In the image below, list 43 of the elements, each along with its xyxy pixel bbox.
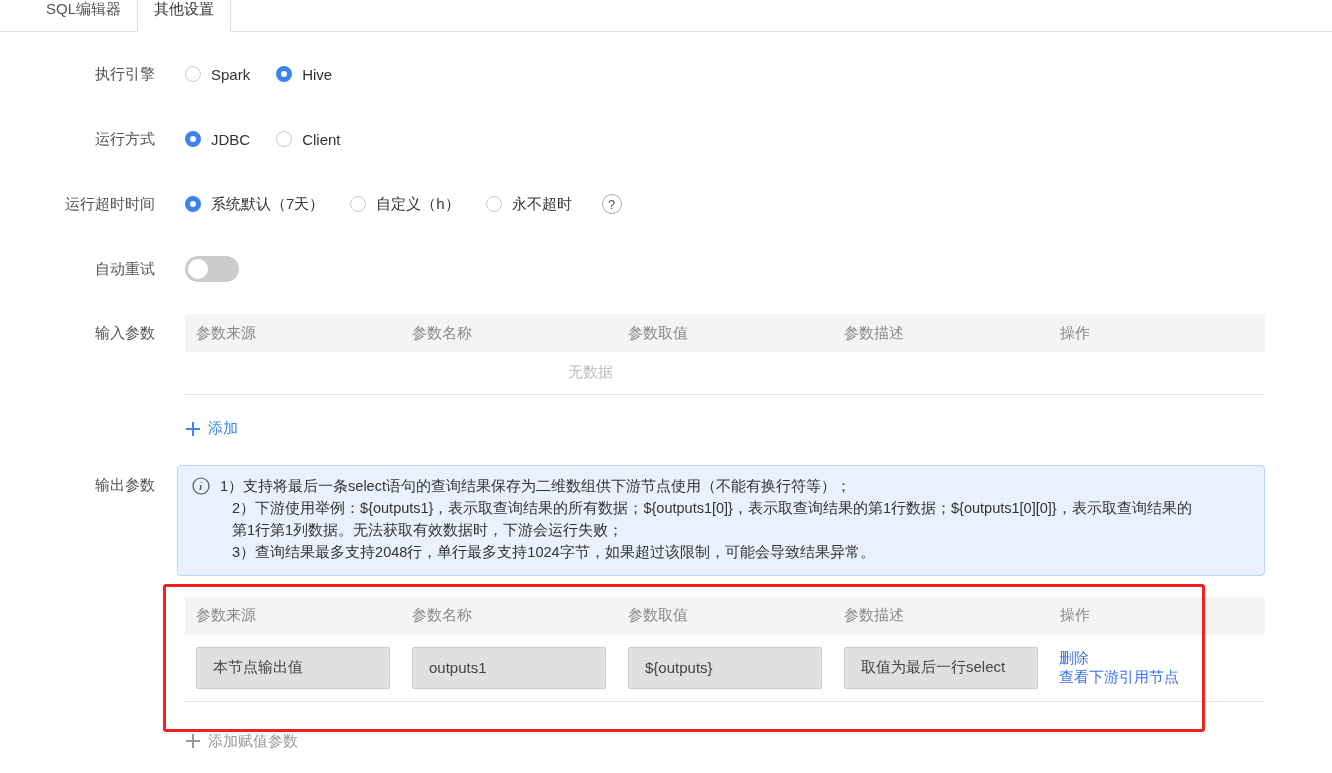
radio-circle[interactable] (276, 66, 293, 82)
column-header: 操作 (1059, 323, 1091, 343)
column-header: 参数名称 (411, 323, 473, 343)
column-header: 操作 (1059, 606, 1091, 625)
column-header: 参数取值 (627, 323, 689, 343)
field-label: 运行超时时间 (64, 194, 155, 214)
tab[interactable]: 其他设置 (137, 0, 231, 33)
radio-option[interactable]: Hive (276, 65, 333, 83)
plus-icon (185, 733, 201, 749)
radio-circle[interactable] (185, 66, 201, 82)
column-header: 参数来源 (195, 606, 257, 625)
field-label: 输入参数 (94, 323, 155, 343)
info-icon (192, 476, 210, 495)
radio-circle[interactable] (350, 196, 367, 212)
radio-option[interactable]: Client (276, 130, 341, 148)
field-label: 输出参数 (94, 474, 155, 495)
radio-circle[interactable] (485, 196, 502, 212)
field-label: 执行引擎 (94, 64, 155, 84)
radio-option[interactable]: Spark (185, 65, 251, 83)
radio-option[interactable]: 自定义（h） (350, 194, 460, 214)
add-link[interactable]: 添加 (185, 419, 238, 438)
radio-circle[interactable] (185, 196, 201, 212)
radio-option[interactable]: JDBC (185, 130, 251, 148)
field-label: 自动重试 (94, 259, 155, 279)
radio-circle[interactable] (276, 131, 293, 147)
notice-text: 1）支持将最后一条select语句的查询结果保存为二维数组供下游节点使用（不能有换行符等）； (219, 476, 852, 496)
column-header: 参数名称 (411, 606, 473, 625)
action-link[interactable]: 查看下游引用节点 (1059, 667, 1179, 687)
tab[interactable]: SQL编辑器 (30, 0, 137, 32)
notice-text: 2）下游使用举例：${outputs1}，表示取查询结果的所有数据；${outputs1[0]}，表示取查询结果的第1行数据；${outputs1[0][0]}，表示取查询结果的第1行第1列数据。无法获取有效数据时，下游会运行失败； (231, 498, 1193, 540)
radio-option[interactable]: 永不超时 (485, 194, 572, 214)
toggle-switch[interactable] (185, 256, 239, 282)
radio-circle[interactable] (185, 131, 201, 147)
radio-option[interactable]: 系统默认（7天） (185, 194, 325, 214)
column-header: 参数取值 (627, 606, 689, 625)
empty-text: 无数据 (566, 362, 614, 382)
column-header: 参数描述 (843, 323, 905, 343)
notice-text: 3）查询结果最多支持2048行，单行最多支持1024字节，如果超过该限制，可能会导致结果异常。 (231, 542, 876, 562)
column-header: 参数描述 (843, 606, 905, 625)
column-header: 参数来源 (195, 323, 257, 343)
field-label: 运行方式 (94, 129, 155, 149)
plus-icon (185, 420, 201, 437)
action-link[interactable]: 删除 (1059, 648, 1089, 668)
